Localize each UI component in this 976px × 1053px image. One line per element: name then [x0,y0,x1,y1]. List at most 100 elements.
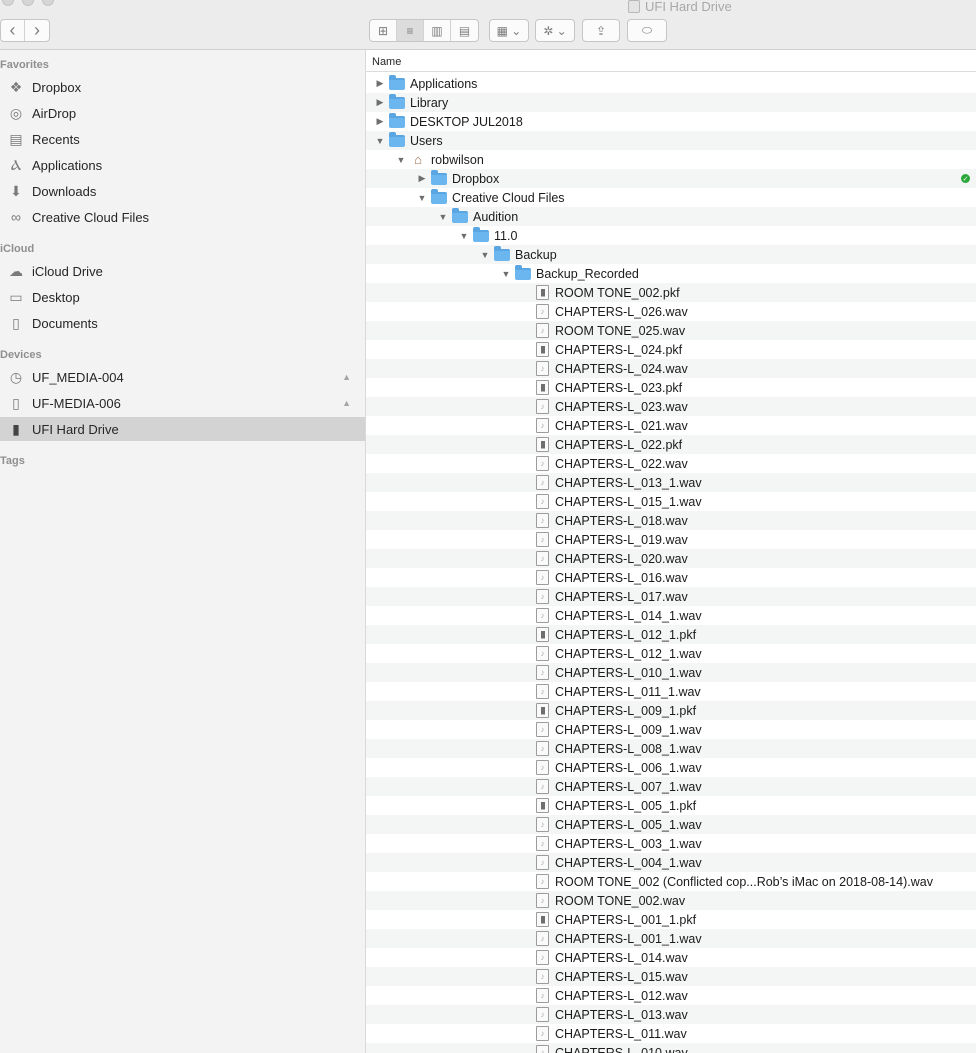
file-row[interactable]: ||| CHAPTERS-L_001_1.pkf [366,910,976,929]
arrange-button[interactable]: ▦ ⌄ [490,20,528,41]
folder-row[interactable]: ▶ DESKTOP JUL2018 [366,112,976,131]
sidebar-item-icloud-drive[interactable]: ☁ iCloud Drive [0,259,365,283]
disclosure-collapsed-icon[interactable]: ▶ [374,97,386,108]
file-row[interactable]: ♪ CHAPTERS-L_015_1.wav [366,492,976,511]
disclosure-collapsed-icon[interactable]: ▶ [374,78,386,89]
disclosure-collapsed-icon[interactable]: ▶ [416,173,428,184]
file-row[interactable]: ♪ CHAPTERS-L_004_1.wav [366,853,976,872]
file-row[interactable]: ♪ CHAPTERS-L_012.wav [366,986,976,1005]
sidebar-item-uf-media-004[interactable]: ◷ UF_MEDIA-004 ▲ [0,365,365,389]
back-button[interactable]: ‹ [1,20,25,41]
item-name: CHAPTERS-L_020.wav [555,551,688,566]
file-row[interactable]: ♪ CHAPTERS-L_015.wav [366,967,976,986]
cover-flow-button[interactable]: ▤ [451,20,478,41]
sidebar-item-airdrop[interactable]: ◎ AirDrop [0,101,365,125]
peak-file-icon: ||| [536,380,549,395]
sidebar-item-applications[interactable]: Ⲁ Applications [0,153,365,177]
zoom-button[interactable] [42,0,54,6]
file-row[interactable]: ♪ CHAPTERS-L_018.wav [366,511,976,530]
file-row[interactable]: ♪ ROOM TONE_002.wav [366,891,976,910]
minimize-button[interactable] [22,0,34,6]
file-row[interactable]: ||| CHAPTERS-L_023.pkf [366,378,976,397]
edit-tags-button[interactable]: ⬭ [628,20,666,41]
file-row[interactable]: ♪ CHAPTERS-L_016.wav [366,568,976,587]
item-name: ROOM TONE_002.pkf [555,285,680,300]
file-row[interactable]: ♪ CHAPTERS-L_009_1.wav [366,720,976,739]
sidebar-item-desktop[interactable]: ▭ Desktop [0,285,365,309]
sidebar-item-ufi-hard-drive[interactable]: ▮ UFI Hard Drive [0,417,365,441]
file-row[interactable]: ♪ CHAPTERS-L_013_1.wav [366,473,976,492]
file-row[interactable]: ♪ CHAPTERS-L_012_1.wav [366,644,976,663]
icon-view-button[interactable]: ⊞ [370,20,397,41]
disclosure-expanded-icon[interactable]: ▼ [500,269,512,279]
file-row[interactable]: ♪ CHAPTERS-L_013.wav [366,1005,976,1024]
disclosure-expanded-icon[interactable]: ▼ [437,212,449,222]
file-row[interactable]: ♪ CHAPTERS-L_010.wav [366,1043,976,1053]
disclosure-expanded-icon[interactable]: ▼ [458,231,470,241]
file-row[interactable]: ||| CHAPTERS-L_024.pkf [366,340,976,359]
sidebar-item-label: Dropbox [32,79,82,95]
folder-row[interactable]: ▼ ⌂ robwilson [366,150,976,169]
folder-row[interactable]: ▼ Audition [366,207,976,226]
file-row[interactable]: ♪ CHAPTERS-L_026.wav [366,302,976,321]
action-gear-button[interactable]: ✲ ⌄ [536,20,574,41]
item-name: Library [410,95,449,110]
file-row[interactable]: ♪ CHAPTERS-L_021.wav [366,416,976,435]
sidebar-item-uf-media-006[interactable]: ▯ UF-MEDIA-006 ▲ [0,391,365,415]
file-row[interactable]: ♪ CHAPTERS-L_005_1.wav [366,815,976,834]
folder-row[interactable]: ▶ Dropbox ✓ [366,169,976,188]
sidebar-section-tags: Tags [0,455,25,467]
file-row[interactable]: ♪ CHAPTERS-L_011_1.wav [366,682,976,701]
file-row[interactable]: ♪ CHAPTERS-L_008_1.wav [366,739,976,758]
sidebar-item-creative-cloud[interactable]: ∞ Creative Cloud Files [0,205,365,229]
file-row[interactable]: ♪ CHAPTERS-L_001_1.wav [366,929,976,948]
file-row[interactable]: ||| CHAPTERS-L_012_1.pkf [366,625,976,644]
disclosure-collapsed-icon[interactable]: ▶ [374,116,386,127]
file-row[interactable]: ♪ CHAPTERS-L_019.wav [366,530,976,549]
folder-row[interactable]: ▼ Users [366,131,976,150]
disclosure-expanded-icon[interactable]: ▼ [395,155,407,165]
file-row[interactable]: ||| CHAPTERS-L_022.pkf [366,435,976,454]
file-row[interactable]: ♪ CHAPTERS-L_014.wav [366,948,976,967]
folder-row[interactable]: ▶ Applications [366,74,976,93]
file-row[interactable]: ♪ CHAPTERS-L_014_1.wav [366,606,976,625]
sidebar-item-recents[interactable]: ▤ Recents [0,127,365,151]
eject-icon[interactable]: ▲ [342,372,351,382]
disclosure-expanded-icon[interactable]: ▼ [374,136,386,146]
folder-row[interactable]: ▼ 11.0 [366,226,976,245]
file-row[interactable]: ||| ROOM TONE_002.pkf [366,283,976,302]
file-row[interactable]: ♪ CHAPTERS-L_022.wav [366,454,976,473]
file-row[interactable]: ||| CHAPTERS-L_005_1.pkf [366,796,976,815]
tag-group: ⬭ [627,19,667,42]
file-row[interactable]: ♪ CHAPTERS-L_023.wav [366,397,976,416]
sidebar-item-documents[interactable]: ▯ Documents [0,311,365,335]
file-row[interactable]: ♪ CHAPTERS-L_003_1.wav [366,834,976,853]
folder-row[interactable]: ▼ Creative Cloud Files [366,188,976,207]
close-button[interactable] [2,0,14,6]
sidebar-item-dropbox[interactable]: ❖ Dropbox [0,75,365,99]
file-row[interactable]: ♪ CHAPTERS-L_007_1.wav [366,777,976,796]
sidebar-item-downloads[interactable]: ⬇ Downloads [0,179,365,203]
eject-icon[interactable]: ▲ [342,398,351,408]
folder-row[interactable]: ▼ Backup [366,245,976,264]
file-row[interactable]: ♪ ROOM TONE_002 (Conflicted cop...Rob’s i… [366,872,976,891]
folder-row[interactable]: ▼ Backup_Recorded [366,264,976,283]
disclosure-expanded-icon[interactable]: ▼ [416,193,428,203]
forward-button[interactable]: › [25,20,49,41]
file-row[interactable]: ♪ CHAPTERS-L_020.wav [366,549,976,568]
disclosure-expanded-icon[interactable]: ▼ [479,250,491,260]
time-machine-disk-icon: ◷ [9,368,23,385]
file-row[interactable]: ♪ CHAPTERS-L_011.wav [366,1024,976,1043]
share-button[interactable]: ⇪ [583,20,619,41]
file-row[interactable]: ♪ CHAPTERS-L_010_1.wav [366,663,976,682]
column-view-button[interactable]: ▥ [424,20,451,41]
list-view-button[interactable]: ≡ [397,20,424,41]
file-row[interactable]: ♪ CHAPTERS-L_006_1.wav [366,758,976,777]
name-column-header[interactable]: Name [366,50,976,72]
file-row[interactable]: ♪ ROOM TONE_025.wav [366,321,976,340]
file-row[interactable]: ♪ CHAPTERS-L_017.wav [366,587,976,606]
file-row[interactable]: ♪ CHAPTERS-L_024.wav [366,359,976,378]
file-row[interactable]: ||| CHAPTERS-L_009_1.pkf [366,701,976,720]
folder-row[interactable]: ▶ Library [366,93,976,112]
item-name: CHAPTERS-L_001_1.wav [555,931,702,946]
